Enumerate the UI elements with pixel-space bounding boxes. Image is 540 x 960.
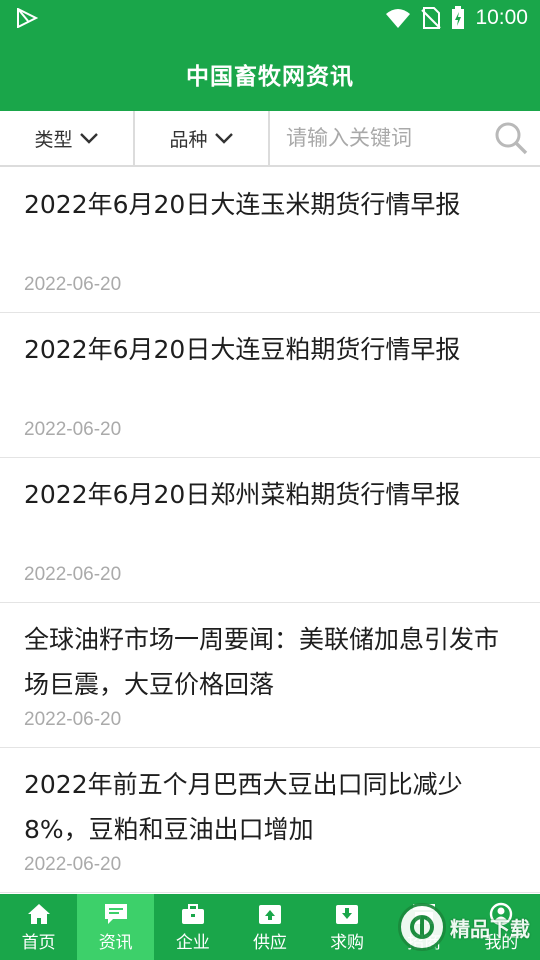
list-item[interactable]: 2022年6月20日大连豆粕期货行情早报 2022-06-20	[0, 313, 540, 458]
article-title: 2022年6月20日郑州菜粕期货行情早报	[24, 480, 461, 509]
tab-purchase[interactable]: 求购	[309, 894, 386, 960]
battery-charging-icon	[452, 6, 465, 29]
tab-label: 求购	[330, 932, 365, 953]
list-item[interactable]: 全球油籽市场一周要闻：美联储加息引发市场巨震，大豆价格回落 2022-06-20	[0, 603, 540, 748]
article-date: 2022-06-20	[24, 274, 122, 295]
filter-bar: 类型 品种	[0, 111, 540, 167]
tab-home[interactable]: 首页	[0, 894, 77, 960]
tab-label: 资讯	[98, 932, 133, 953]
type-filter-dropdown[interactable]: 类型	[0, 111, 135, 165]
article-title: 全球油籽市场一周要闻：美联储加息引发市场巨震，大豆价格回落	[24, 625, 500, 699]
search-icon[interactable]	[494, 121, 528, 155]
wifi-icon	[386, 9, 411, 28]
variety-filter-dropdown[interactable]: 品种	[135, 111, 270, 165]
watermark-logo-icon	[398, 903, 446, 951]
tab-news[interactable]: 资讯	[77, 894, 155, 960]
status-time: 10:00	[475, 6, 528, 29]
list-item[interactable]: 2022年6月20日郑州菜粕期货行情早报 2022-06-20	[0, 458, 540, 603]
page-title: 中国畜牧网资讯	[186, 63, 354, 90]
tab-supply[interactable]: 供应	[231, 894, 308, 960]
article-list: 2022年6月20日大连玉米期货行情早报 2022-06-20 2022年6月2…	[0, 168, 540, 893]
article-date: 2022-06-20	[24, 564, 122, 585]
chevron-down-icon	[79, 133, 98, 144]
tab-enterprise[interactable]: 企业	[154, 894, 231, 960]
supply-icon	[258, 904, 281, 924]
app-bar: 中国畜牧网资讯	[0, 36, 540, 111]
purchase-icon	[336, 904, 359, 924]
tab-label: 企业	[175, 932, 210, 953]
watermark-text: 精品下载	[450, 916, 530, 941]
article-title: 2022年前五个月巴西大豆出口同比减少8%，豆粕和豆油出口增加	[24, 770, 463, 844]
tab-label: 首页	[21, 932, 56, 953]
briefcase-icon	[181, 903, 204, 924]
chevron-down-icon	[214, 133, 233, 144]
play-store-icon	[17, 8, 38, 28]
article-title: 2022年6月20日大连豆粕期货行情早报	[24, 335, 461, 364]
variety-filter-label: 品种	[169, 128, 208, 151]
watermark: 精品下载	[398, 896, 536, 958]
home-icon	[27, 903, 50, 924]
list-item[interactable]: 2022年前五个月巴西大豆出口同比减少8%，豆粕和豆油出口增加 2022-06-…	[0, 748, 540, 893]
search-box	[270, 111, 540, 165]
news-icon	[104, 903, 127, 924]
article-date: 2022-06-20	[24, 854, 122, 875]
type-filter-label: 类型	[34, 128, 73, 151]
no-sim-icon	[421, 7, 442, 29]
article-date: 2022-06-20	[24, 419, 122, 440]
status-bar: 10:00	[0, 0, 540, 36]
article-title: 2022年6月20日大连玉米期货行情早报	[24, 190, 461, 219]
article-date: 2022-06-20	[24, 709, 122, 730]
list-item[interactable]: 2022年6月20日大连玉米期货行情早报 2022-06-20	[0, 168, 540, 313]
tab-label: 供应	[252, 932, 287, 953]
